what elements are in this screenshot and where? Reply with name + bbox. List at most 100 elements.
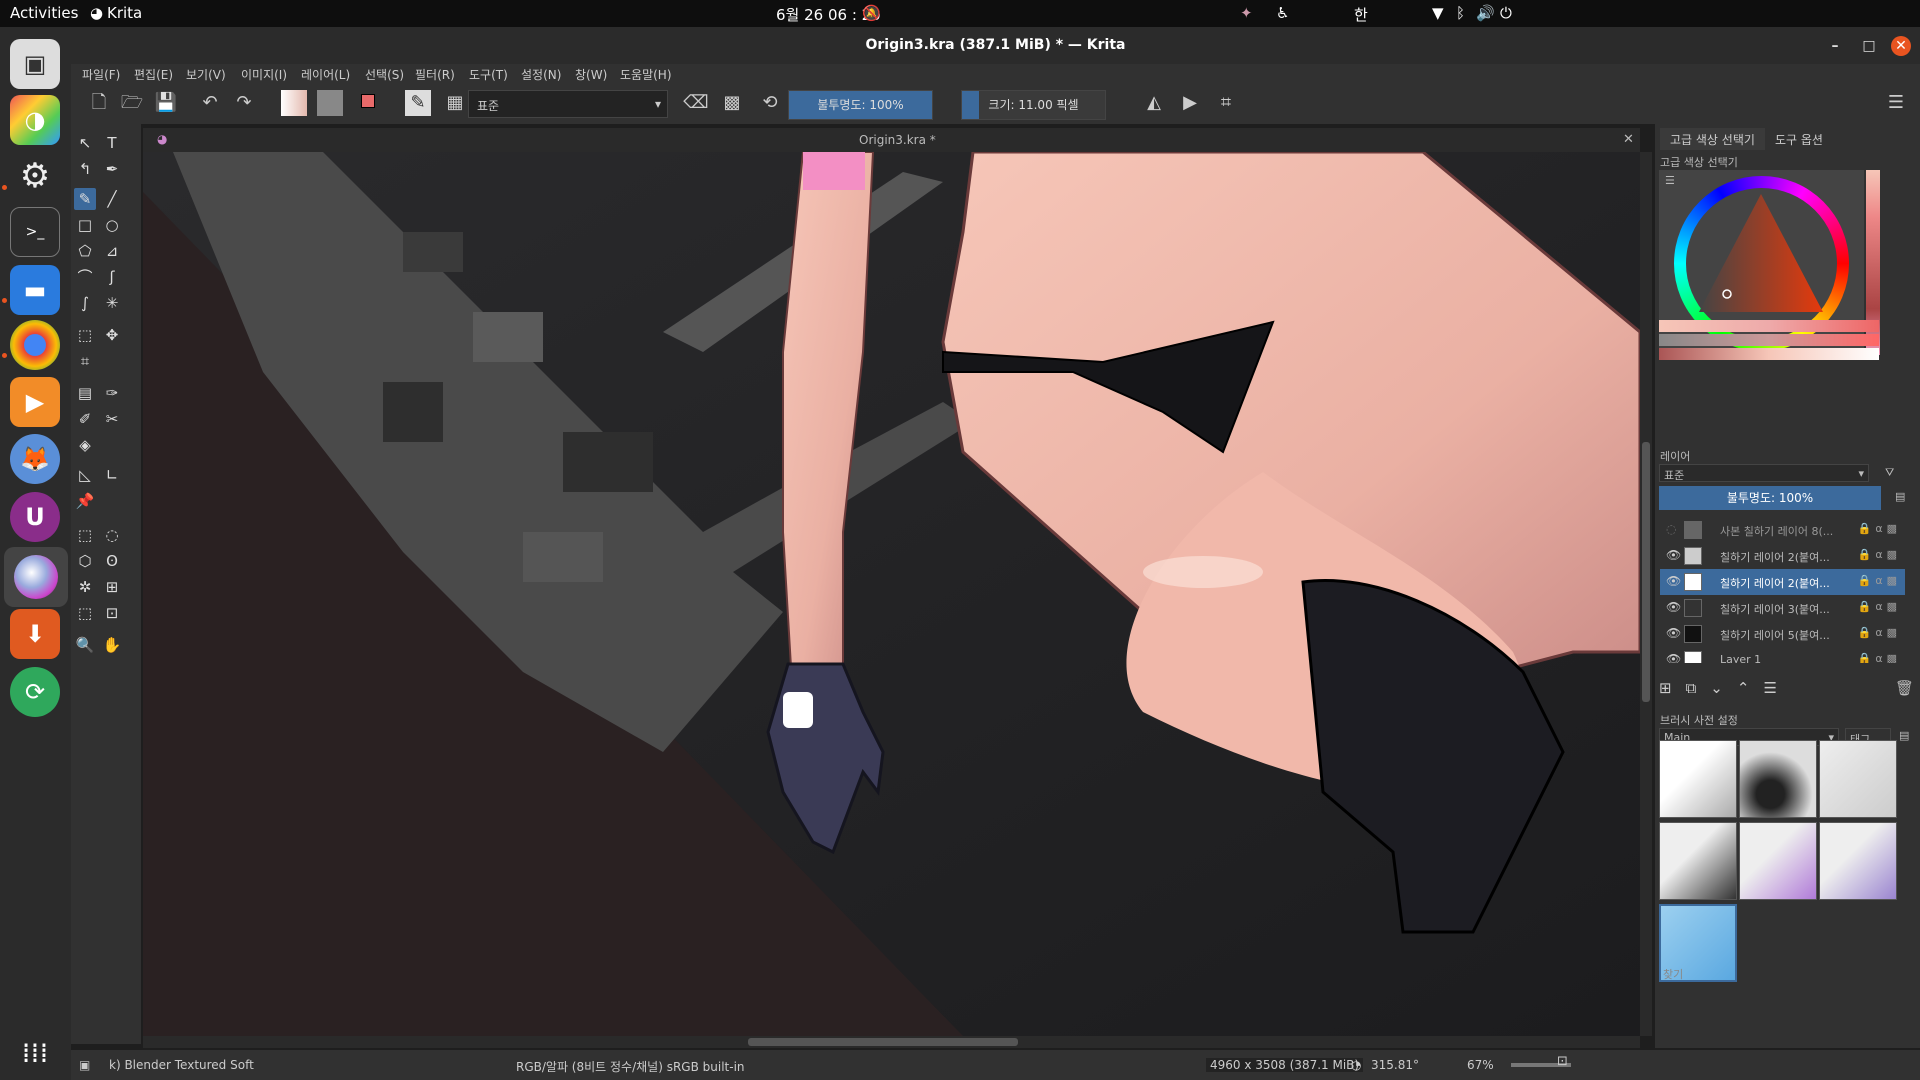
transform-tool-icon[interactable]: ⬚: [74, 324, 96, 346]
freehand-select-tool-icon[interactable]: ʘ: [101, 550, 123, 572]
layer-filter-icon[interactable]: ⛛: [1885, 466, 1894, 480]
gradient-selector-icon[interactable]: [281, 90, 307, 116]
color-shade-bar-3[interactable]: [1659, 348, 1879, 360]
close-icon[interactable]: ✕: [1891, 36, 1911, 56]
preset-ink-brush[interactable]: [1659, 822, 1737, 900]
smart-patch-tool-icon[interactable]: ✂: [101, 408, 123, 430]
line-tool-icon[interactable]: ╱: [101, 188, 123, 210]
saturation-value-triangle[interactable]: [1699, 194, 1829, 312]
multibrush-tool-icon[interactable]: ✳: [101, 292, 123, 314]
document-tab-title[interactable]: Origin3.kra *: [859, 133, 936, 147]
assistant-tool-icon[interactable]: ◺: [74, 464, 96, 486]
brush-size-slider[interactable]: 크기: 11.00 픽셀: [961, 90, 1106, 120]
menu-image[interactable]: 이미지(I): [241, 66, 287, 83]
color-picker-tool-icon[interactable]: ✑: [101, 382, 123, 404]
fit-canvas-icon[interactable]: ⊡: [1557, 1054, 1568, 1069]
opacity-slider[interactable]: 불투명도: 100%: [788, 90, 933, 120]
chrome-icon[interactable]: [10, 320, 60, 370]
layer-lock-alpha-icons[interactable]: 🔒α▩: [1858, 574, 1901, 587]
rectangle-select-tool-icon[interactable]: ⬚: [74, 524, 96, 546]
move-tool-icon[interactable]: ✥: [101, 324, 123, 346]
mirror-horizontal-icon[interactable]: ◭: [1141, 90, 1167, 116]
layer-lock-alpha-icons[interactable]: 🔒α▩: [1858, 548, 1901, 561]
visibility-eye-icon[interactable]: 👁: [1666, 652, 1681, 663]
layer-row[interactable]: 👁 Layer 1 🔒α▩: [1660, 647, 1905, 663]
polyline-tool-icon[interactable]: ⊿: [101, 240, 123, 262]
power-icon[interactable]: ⏻: [1500, 4, 1512, 22]
show-applications-icon[interactable]: ⁞⁞⁞: [10, 1027, 60, 1077]
zoom-level[interactable]: 67%: [1467, 1058, 1494, 1072]
rotation-icon[interactable]: ◔: [1351, 1058, 1361, 1072]
layer-row[interactable]: 👁 칠하기 레이어 2(붙여... 🔒α▩: [1660, 543, 1905, 569]
add-layer-icon[interactable]: ⊞: [1659, 679, 1686, 697]
krita-dock-icon[interactable]: [4, 547, 68, 607]
color-picker-tray-icon[interactable]: ✦: [1240, 4, 1253, 22]
eraser-mode-icon[interactable]: ⌫: [683, 90, 709, 116]
layer-lock-alpha-icons[interactable]: 🔒α▩: [1858, 600, 1901, 613]
layer-row[interactable]: ◌ 사본 칠하기 레이어 8(... 🔒α▩: [1660, 517, 1905, 543]
activities-button[interactable]: Activities: [10, 4, 78, 22]
gradient-tool-icon[interactable]: ▤: [74, 382, 96, 404]
visibility-eye-icon[interactable]: 👁: [1666, 548, 1681, 562]
reload-preset-icon[interactable]: ⟲: [757, 90, 783, 116]
visibility-eye-icon[interactable]: 👁: [1666, 600, 1681, 614]
wifi-icon[interactable]: ▼: [1432, 4, 1444, 22]
text-tool-icon[interactable]: T: [101, 132, 123, 154]
blend-mode-select[interactable]: 표준 ▾: [468, 90, 668, 118]
workspace-icon[interactable]: ▦: [442, 90, 468, 116]
redo-icon[interactable]: ↷: [231, 90, 257, 116]
preset-pencil[interactable]: [1819, 740, 1897, 818]
menu-select[interactable]: 선택(S): [365, 66, 404, 83]
visibility-eye-icon[interactable]: 👁: [1666, 626, 1681, 640]
accessibility-icon[interactable]: ♿: [1276, 4, 1289, 22]
menu-edit[interactable]: 편집(E): [134, 66, 173, 83]
files-icon[interactable]: ▬: [10, 265, 60, 315]
zoom-tool-icon[interactable]: 🔍: [74, 634, 96, 656]
layer-opacity-slider[interactable]: 불투명도: 100%: [1659, 486, 1881, 510]
terminal-icon[interactable]: >_: [10, 207, 60, 257]
layer-settings-icon[interactable]: ☰: [1763, 679, 1790, 697]
contiguous-select-tool-icon[interactable]: ✲: [74, 576, 96, 598]
input-method-indicator[interactable]: 한: [1354, 4, 1368, 25]
polygon-tool-icon[interactable]: ⬠: [74, 240, 96, 262]
menu-file[interactable]: 파일(F): [82, 66, 120, 83]
reference-images-tool-icon[interactable]: 📌: [74, 490, 96, 512]
layer-row[interactable]: 👁 칠하기 레이어 3(붙여... 🔒α▩: [1660, 595, 1905, 621]
menu-settings[interactable]: 설정(N): [521, 66, 561, 83]
undo-icon[interactable]: ↶: [197, 90, 223, 116]
close-document-icon[interactable]: ✕: [1623, 132, 1634, 147]
new-document-icon[interactable]: 🗋: [86, 90, 112, 116]
freehand-path-tool-icon[interactable]: ʃ: [101, 266, 123, 288]
volume-icon[interactable]: 🔊: [1476, 4, 1495, 22]
media-player-icon[interactable]: ▶: [10, 377, 60, 427]
save-icon[interactable]: 💾: [153, 90, 179, 116]
crop-tool-icon[interactable]: ⌗: [74, 350, 96, 372]
fox-app-icon[interactable]: 🦊: [10, 434, 60, 484]
color-selector-menu-icon[interactable]: ☰: [1665, 174, 1675, 187]
layer-row-selected[interactable]: 👁 칠하기 레이어 2(붙여... 🔒α▩: [1660, 569, 1905, 595]
bezier-tool-icon[interactable]: ⌒: [74, 266, 96, 288]
ellipse-select-tool-icon[interactable]: ◌: [101, 524, 123, 546]
tab-advanced-color-selector[interactable]: 고급 색상 선택기: [1660, 128, 1765, 150]
menu-layer[interactable]: 레이어(L): [301, 66, 350, 83]
vertical-scroll-thumb[interactable]: [1642, 442, 1650, 702]
alpha-lock-icon[interactable]: ▩: [719, 90, 745, 116]
menu-filter[interactable]: 필터(R): [415, 66, 455, 83]
tab-tool-options[interactable]: 도구 옵션: [1765, 128, 1833, 150]
move-layer-up-icon[interactable]: ⌃: [1737, 679, 1764, 697]
settings-gear-icon[interactable]: ⚙: [10, 151, 60, 201]
magnetic-select-tool-icon[interactable]: ⊡: [101, 602, 123, 624]
menu-window[interactable]: 창(W): [575, 66, 607, 83]
preset-airbrush[interactable]: [1739, 740, 1817, 818]
calligraphy-tool-icon[interactable]: ✒: [101, 158, 123, 180]
brush-preset-icon[interactable]: ✎: [405, 90, 431, 116]
color-shade-bar-1[interactable]: [1659, 320, 1879, 332]
color-swap-icon[interactable]: [355, 90, 381, 116]
toggle-dockers-icon[interactable]: ☰: [1883, 90, 1909, 116]
pan-tool-icon[interactable]: ✋: [101, 634, 123, 656]
colorize-mask-tool-icon[interactable]: ✐: [74, 408, 96, 430]
menu-help[interactable]: 도움말(H): [620, 66, 672, 83]
app-menu[interactable]: Krita: [107, 4, 142, 22]
screenshot-app-icon[interactable]: ▣: [10, 39, 60, 89]
duplicate-layer-icon[interactable]: ⧉: [1686, 679, 1711, 697]
